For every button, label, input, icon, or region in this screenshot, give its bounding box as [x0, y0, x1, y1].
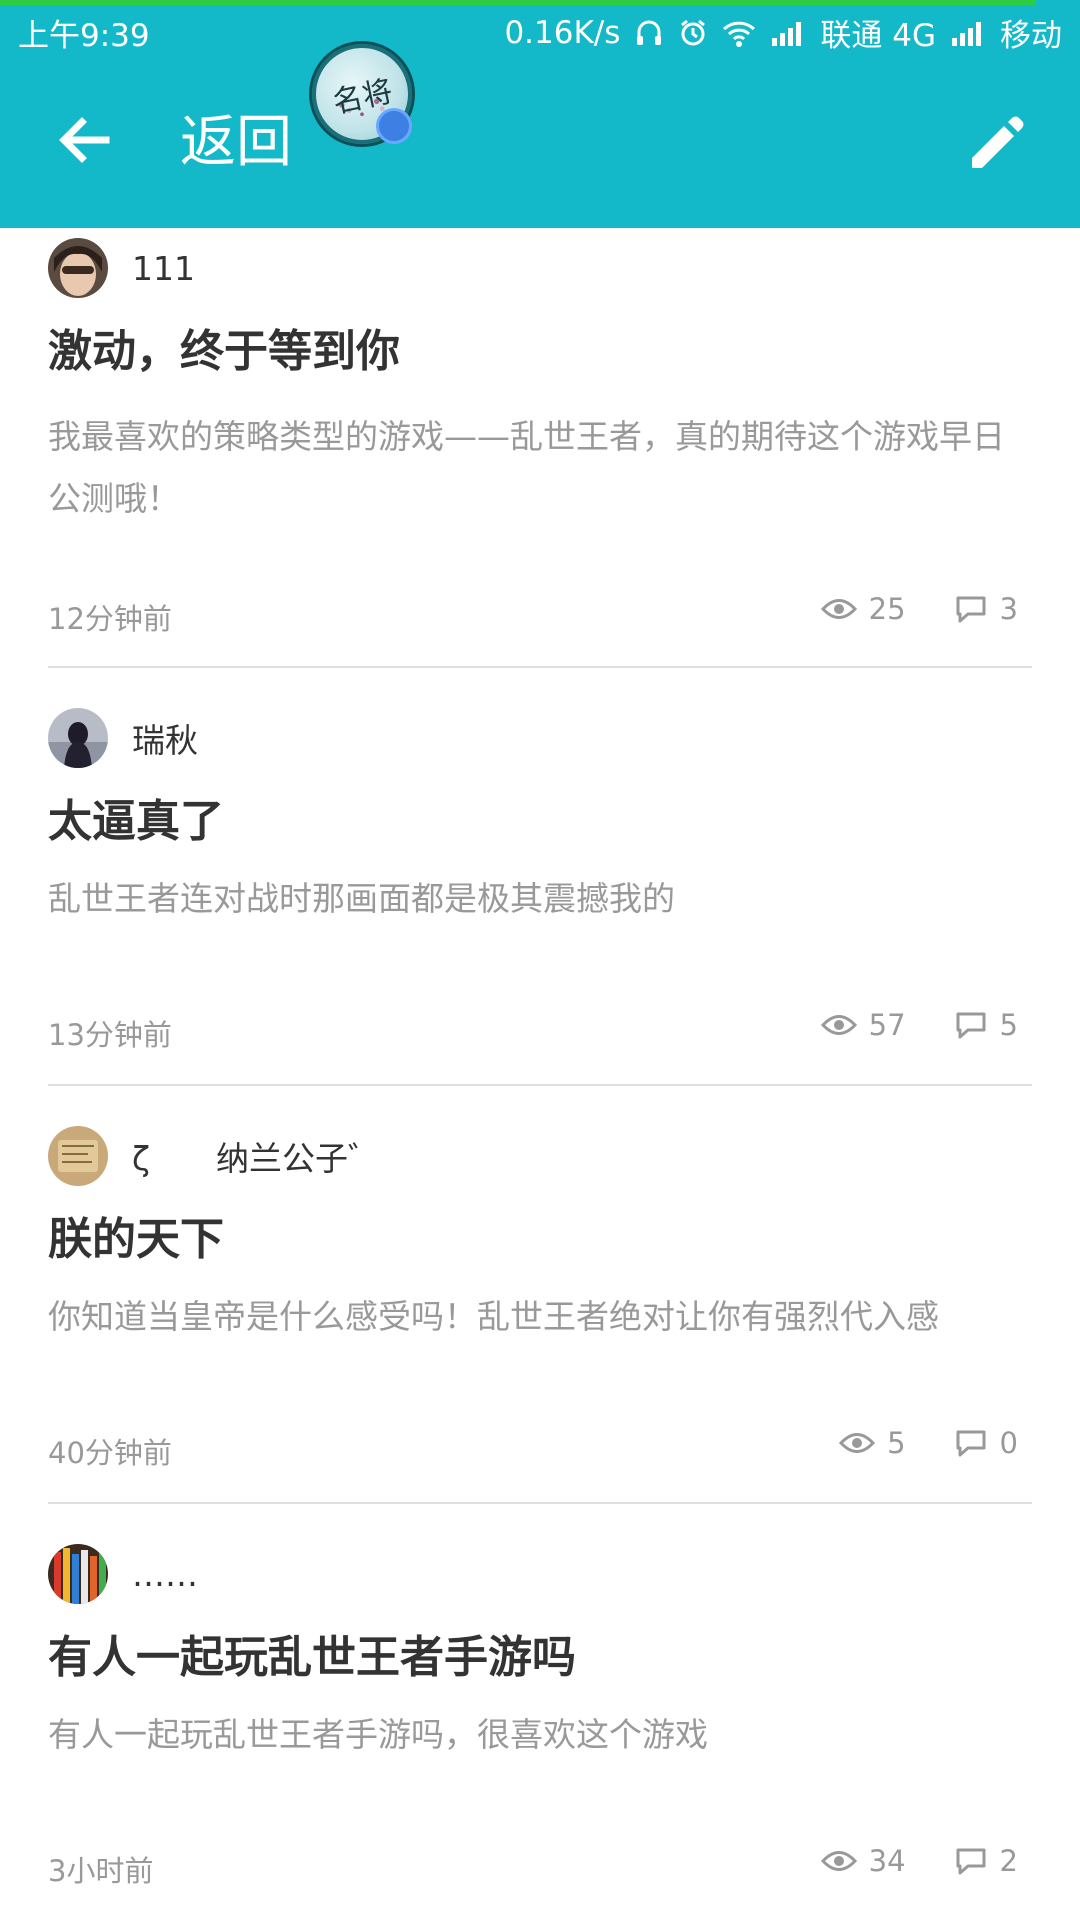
- view-count-value: 25: [868, 592, 906, 626]
- carrier-2: 移动: [1000, 18, 1062, 54]
- status-time: 上午9:39: [18, 18, 150, 54]
- post-time: 40分钟前: [48, 1436, 172, 1470]
- carrier-1: 联通 4G: [820, 18, 936, 54]
- comment-icon: [956, 596, 986, 623]
- status-indicators: 0.16K/s 联通 4G 移动: [504, 10, 1062, 55]
- post-stats: 34 2: [820, 1844, 1018, 1878]
- eye-icon: [839, 1433, 876, 1453]
- post-time: 3小时前: [48, 1854, 154, 1888]
- post-time: 12分钟前: [48, 602, 172, 636]
- comment-count[interactable]: 5: [954, 1008, 1018, 1042]
- post-stats: 25 3: [820, 592, 1018, 626]
- status-bar: 上午9:39 0.16K/s 联通 4G 移动: [0, 0, 1080, 60]
- post-card[interactable]: 111 激动，终于等到你 我最喜欢的策略类型的游戏——乱世王者，真的期待这个游戏…: [0, 228, 1080, 668]
- post-meta: 3小时前 34 2: [48, 1844, 1032, 1888]
- comment-count[interactable]: 2: [954, 1844, 1018, 1878]
- post-author[interactable]: 瑞秋: [48, 708, 198, 768]
- view-count: 25: [820, 592, 906, 626]
- comment-icon: [956, 1012, 986, 1039]
- comment-count-value: 2: [999, 1844, 1018, 1878]
- view-count-value: 34: [868, 1844, 906, 1878]
- post-author[interactable]: 111: [48, 238, 195, 298]
- post-meta: 12分钟前 25 3: [48, 592, 1032, 636]
- post-body: 你知道当皇帝是什么感受吗！乱世王者绝对让你有强烈代入感: [48, 1297, 939, 1336]
- back-button-label[interactable]: 返回: [180, 108, 292, 178]
- comment-count-value: 5: [999, 1008, 1018, 1042]
- avatar[interactable]: [48, 238, 108, 298]
- eye-icon: [820, 1851, 857, 1871]
- post-author[interactable]: ……: [48, 1544, 198, 1604]
- post-body: 乱世王者连对战时那画面都是极其震撼我的: [48, 879, 675, 918]
- author-name: ……: [132, 1554, 198, 1594]
- signal-icon: [770, 20, 806, 46]
- post-meta: 40分钟前 5 0: [48, 1426, 1032, 1470]
- author-name: 瑞秋: [132, 721, 198, 760]
- eye-icon: [820, 599, 857, 619]
- net-speed: 0.16K/s: [504, 14, 621, 51]
- post-card[interactable]: 瑞秋 太逼真了 乱世王者连对战时那画面都是极其震撼我的 13分钟前 57 5: [0, 668, 1080, 1086]
- alarm-icon: [678, 18, 708, 48]
- post-title[interactable]: 太逼真了: [48, 792, 224, 852]
- post-body: 我最喜欢的策略类型的游戏——乱世王者，真的期待这个游戏早日公测哦！: [48, 417, 1005, 518]
- author-name: 111: [132, 248, 195, 288]
- avatar[interactable]: [48, 1544, 108, 1604]
- view-count-value: 5: [887, 1426, 906, 1460]
- avatar[interactable]: [48, 708, 108, 768]
- comment-count-value: 0: [999, 1426, 1018, 1460]
- headset-icon: [634, 18, 664, 48]
- view-count: 5: [839, 1426, 906, 1460]
- post-time: 13分钟前: [48, 1018, 172, 1052]
- post-feed: 111 激动，终于等到你 我最喜欢的策略类型的游戏——乱世王者，真的期待这个游戏…: [0, 228, 1080, 1920]
- comment-icon: [956, 1848, 986, 1875]
- view-count: 57: [820, 1008, 906, 1042]
- author-name: ζ 纳兰公子゛: [132, 1139, 381, 1178]
- post-title[interactable]: 有人一起玩乱世王者手游吗: [48, 1628, 576, 1688]
- pencil-icon[interactable]: [964, 112, 1028, 176]
- app-header: 上午9:39 0.16K/s 联通 4G 移动 返回 名将: [0, 0, 1080, 228]
- comment-icon: [956, 1430, 986, 1457]
- post-title[interactable]: 朕的天下: [48, 1210, 224, 1270]
- wifi-icon: [722, 19, 756, 47]
- post-body: 有人一起玩乱世王者手游吗，很喜欢这个游戏: [48, 1715, 708, 1754]
- post-stats: 5 0: [839, 1426, 1018, 1460]
- view-count-value: 57: [868, 1008, 906, 1042]
- post-card[interactable]: …… 有人一起玩乱世王者手游吗 有人一起玩乱世王者手游吗，很喜欢这个游戏 3小时…: [0, 1504, 1080, 1920]
- signal-icon: [950, 20, 986, 46]
- avatar[interactable]: [48, 1126, 108, 1186]
- user-badge-icon: [376, 108, 412, 144]
- view-count: 34: [820, 1844, 906, 1878]
- post-stats: 57 5: [820, 1008, 1018, 1042]
- comment-count-value: 3: [999, 592, 1018, 626]
- comment-count[interactable]: 3: [954, 592, 1018, 626]
- eye-icon: [820, 1015, 857, 1035]
- post-title[interactable]: 激动，终于等到你: [48, 322, 400, 382]
- arrow-left-icon[interactable]: [52, 108, 116, 172]
- comment-count[interactable]: 0: [954, 1426, 1018, 1460]
- post-author[interactable]: ζ 纳兰公子゛: [48, 1126, 381, 1186]
- post-meta: 13分钟前 57 5: [48, 1008, 1032, 1052]
- post-card[interactable]: ζ 纳兰公子゛ 朕的天下 你知道当皇帝是什么感受吗！乱世王者绝对让你有强烈代入感…: [0, 1086, 1080, 1504]
